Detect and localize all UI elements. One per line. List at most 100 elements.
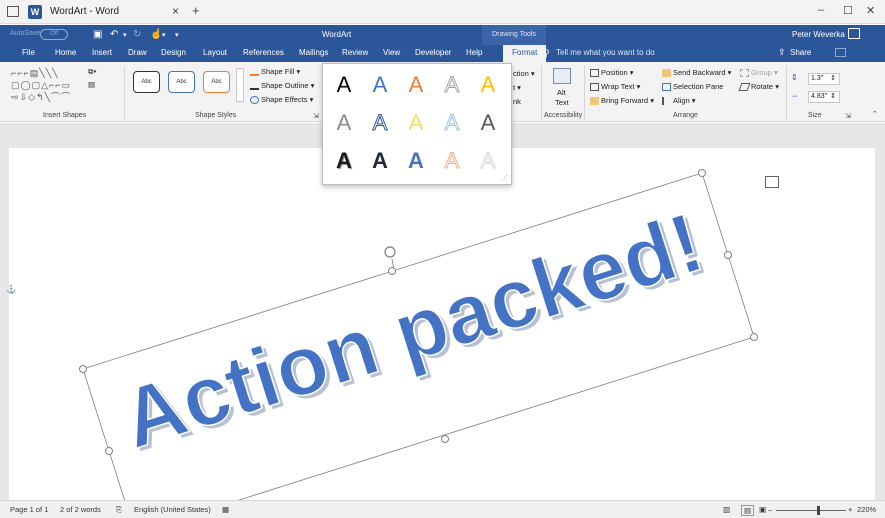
sizing-handle[interactable] <box>79 365 87 373</box>
send-backward-button[interactable]: Send Backward ▾ <box>662 68 731 78</box>
maximize-button[interactable]: ☐ <box>843 4 853 17</box>
tab-draw[interactable]: Draw <box>128 48 147 57</box>
rotate-button[interactable]: Rotate ▾ <box>738 82 779 92</box>
wordart-style-12[interactable]: A <box>365 146 395 176</box>
tab-design[interactable]: Design <box>161 48 186 57</box>
wordart-text[interactable]: Action packed! <box>110 194 714 467</box>
undo-dropdown-icon[interactable]: ▾ <box>123 31 127 39</box>
print-layout-icon[interactable]: ▤ <box>741 505 755 516</box>
sizing-handle[interactable] <box>105 447 113 455</box>
size-launcher-icon[interactable]: ⇲ <box>845 112 851 120</box>
ribbon-display-options-icon[interactable] <box>848 28 860 39</box>
shape-styles-launcher-icon[interactable]: ⇲ <box>313 112 319 120</box>
tab-references[interactable]: References <box>243 48 284 57</box>
tab-overview-icon[interactable] <box>7 6 19 17</box>
tab-help[interactable]: Help <box>466 48 482 57</box>
text-direction-button[interactable]: ction ▾ <box>513 69 535 78</box>
touch-dropdown-icon[interactable]: ▾ <box>162 31 166 39</box>
undo-icon[interactable]: ↶ <box>110 29 118 40</box>
tab-format[interactable]: Format <box>503 45 547 62</box>
tab-file[interactable]: File <box>22 48 35 57</box>
collapse-ribbon-icon[interactable]: ⌃ <box>872 110 878 118</box>
read-mode-icon[interactable]: ▥ <box>723 505 730 514</box>
shape-styles-scroll[interactable] <box>236 68 244 102</box>
position-button[interactable]: Position ▾ <box>590 68 634 78</box>
rotate-handle-icon[interactable] <box>384 246 396 258</box>
wordart-style-7[interactable]: A <box>365 108 395 138</box>
zoom-slider-thumb[interactable] <box>817 506 820 515</box>
wordart-style-3[interactable]: A <box>401 70 431 100</box>
sizing-handle[interactable] <box>698 169 706 177</box>
tab-home[interactable]: Home <box>55 48 76 57</box>
shape-height-input[interactable]: 1.3" ⇕ <box>808 73 840 85</box>
shape-fill-button[interactable]: Shape Fill ▾ <box>250 67 300 77</box>
resize-grip-icon[interactable]: ⋰ <box>501 174 508 182</box>
tab-insert[interactable]: Insert <box>92 48 112 57</box>
tab-close-icon[interactable]: × <box>172 4 179 18</box>
alt-text-line1[interactable]: Alt <box>557 88 566 97</box>
user-name[interactable]: Peter Weverka <box>792 30 845 39</box>
web-layout-icon[interactable]: ▣ <box>759 505 766 514</box>
customize-qat-icon[interactable]: ▾ <box>175 31 179 39</box>
alt-text-icon[interactable] <box>553 68 571 84</box>
shapes-gallery[interactable]: ⌐⌐⌐▤╲╲╲ ▢◯▢△⌐⌐▭ ⇨⇩◇↰╲⌒⌒ <box>11 67 95 105</box>
touch-mode-icon[interactable]: ☝ <box>150 29 162 40</box>
wordart-style-9[interactable]: A <box>437 108 467 138</box>
macro-record-icon[interactable]: ▦ <box>222 505 229 514</box>
wordart-style-13[interactable]: A <box>401 146 431 176</box>
tab-review[interactable]: Review <box>342 48 368 57</box>
close-button[interactable]: ✕ <box>866 4 875 17</box>
language[interactable]: English (United States) <box>134 505 211 514</box>
new-tab-icon[interactable]: + <box>192 3 200 18</box>
height-spinner-icon[interactable]: ⇕ <box>830 74 836 82</box>
comments-icon[interactable] <box>835 48 846 57</box>
wordart-style-10[interactable]: A <box>473 108 503 138</box>
wordart-styles-gallery[interactable]: AAAAAAAAAAAAAAA ⋰ <box>322 63 512 185</box>
autosave-toggle[interactable]: Off <box>40 29 68 40</box>
wordart-style-4[interactable]: A <box>437 70 467 100</box>
search-icon[interactable]: ⚲ <box>543 48 550 59</box>
zoom-out-icon[interactable]: – <box>768 505 772 514</box>
wordart-style-5[interactable]: A <box>473 70 503 100</box>
zoom-slider[interactable] <box>776 510 846 511</box>
shape-outline-button[interactable]: Shape Outline ▾ <box>250 81 314 91</box>
sizing-handle[interactable] <box>724 251 732 259</box>
edit-shape-icon[interactable]: ⧉▾ <box>88 67 97 77</box>
wordart-style-6[interactable]: A <box>329 108 359 138</box>
shape-style-3[interactable]: Abc <box>203 71 230 93</box>
wordart-style-15[interactable]: A <box>473 146 503 176</box>
shape-effects-button[interactable]: Shape Effects ▾ <box>250 95 313 105</box>
wordart-style-1[interactable]: A <box>329 70 359 100</box>
tab-view[interactable]: View <box>383 48 400 57</box>
sizing-handle[interactable] <box>388 267 396 275</box>
wordart-style-14[interactable]: A <box>437 146 467 176</box>
layout-options-icon[interactable] <box>765 176 779 188</box>
selection-pane-button[interactable]: Selection Pane <box>662 82 723 92</box>
shape-style-1[interactable]: Abc <box>133 71 160 93</box>
page-count[interactable]: Page 1 of 1 <box>10 505 48 514</box>
alt-text-line2[interactable]: Text <box>555 98 569 107</box>
sizing-handle[interactable] <box>750 333 758 341</box>
zoom-in-icon[interactable]: + <box>848 505 852 514</box>
sizing-handle[interactable] <box>441 435 449 443</box>
create-link-button[interactable]: nk <box>513 97 521 106</box>
share-button[interactable]: Share <box>790 48 811 57</box>
wordart-style-2[interactable]: A <box>365 70 395 100</box>
word-count[interactable]: 2 of 2 words <box>60 505 101 514</box>
wordart-style-11[interactable]: A <box>329 146 359 176</box>
align-text-button[interactable]: t ▾ <box>513 83 521 92</box>
proofing-icon[interactable]: ⎘ <box>116 505 122 515</box>
document-page[interactable]: Action packed! Action packed! <box>9 148 875 500</box>
wrap-text-button[interactable]: Wrap Text ▾ <box>590 82 640 92</box>
share-icon[interactable]: ⇪ <box>778 47 786 58</box>
tab-layout[interactable]: Layout <box>203 48 227 57</box>
shape-width-input[interactable]: 4.83" ⇕ <box>808 91 840 103</box>
width-spinner-icon[interactable]: ⇕ <box>830 92 836 100</box>
wordart-style-8[interactable]: A <box>401 108 431 138</box>
tab-mailings[interactable]: Mailings <box>299 48 328 57</box>
text-box-icon[interactable]: ▤ <box>88 80 95 89</box>
save-icon[interactable]: ▣ <box>93 29 102 40</box>
bring-forward-button[interactable]: Bring Forward ▾ <box>590 96 654 106</box>
minimize-button[interactable]: – <box>818 4 824 16</box>
zoom-level[interactable]: 220% <box>857 505 876 514</box>
